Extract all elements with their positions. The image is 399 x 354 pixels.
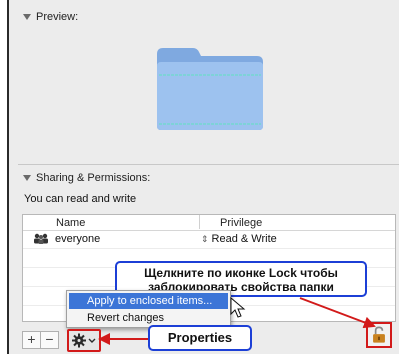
column-header-privilege[interactable]: Privilege	[220, 217, 262, 229]
preview-section-toggle[interactable]: Preview:	[23, 11, 78, 23]
callout-line-1: Щелкните по иконке Lock чтобы	[144, 266, 338, 280]
row-divider	[23, 248, 395, 249]
lock-button[interactable]	[366, 322, 392, 348]
menu-item-revert-changes[interactable]: Revert changes	[69, 310, 228, 326]
popup-stepper-icon: ⇕	[201, 234, 209, 244]
disclosure-triangle-icon	[23, 175, 31, 182]
column-separator	[199, 215, 200, 229]
disclosure-triangle-icon	[23, 14, 31, 21]
sharing-header: Sharing & Permissions:	[36, 172, 151, 184]
group-icon	[34, 233, 48, 244]
preview-header: Preview:	[36, 11, 79, 23]
folder-icon	[157, 48, 263, 130]
section-divider	[18, 164, 399, 165]
column-header-name[interactable]: Name	[56, 217, 85, 229]
permission-status-text: You can read and write	[24, 193, 137, 205]
action-context-menu: Apply to enclosed items... Revert change…	[66, 290, 231, 328]
table-row[interactable]: everyone ⇕ Read & Write	[23, 231, 395, 247]
properties-callout: Properties	[148, 325, 252, 351]
sharing-section-toggle[interactable]: Sharing & Permissions:	[23, 172, 150, 184]
gear-icon	[72, 333, 96, 348]
lock-icon	[373, 326, 385, 343]
chevron-down-icon	[88, 338, 96, 343]
add-button[interactable]: +	[22, 331, 41, 349]
pointer-cursor-icon	[230, 297, 246, 318]
remove-button[interactable]: −	[40, 331, 59, 349]
user-name: everyone	[55, 233, 101, 245]
action-gear-button[interactable]	[67, 329, 101, 352]
privilege-value: Read & Write	[211, 233, 277, 245]
privilege-popup[interactable]: ⇕ Read & Write	[201, 233, 277, 245]
menu-item-apply-enclosed[interactable]: Apply to enclosed items...	[69, 293, 228, 309]
